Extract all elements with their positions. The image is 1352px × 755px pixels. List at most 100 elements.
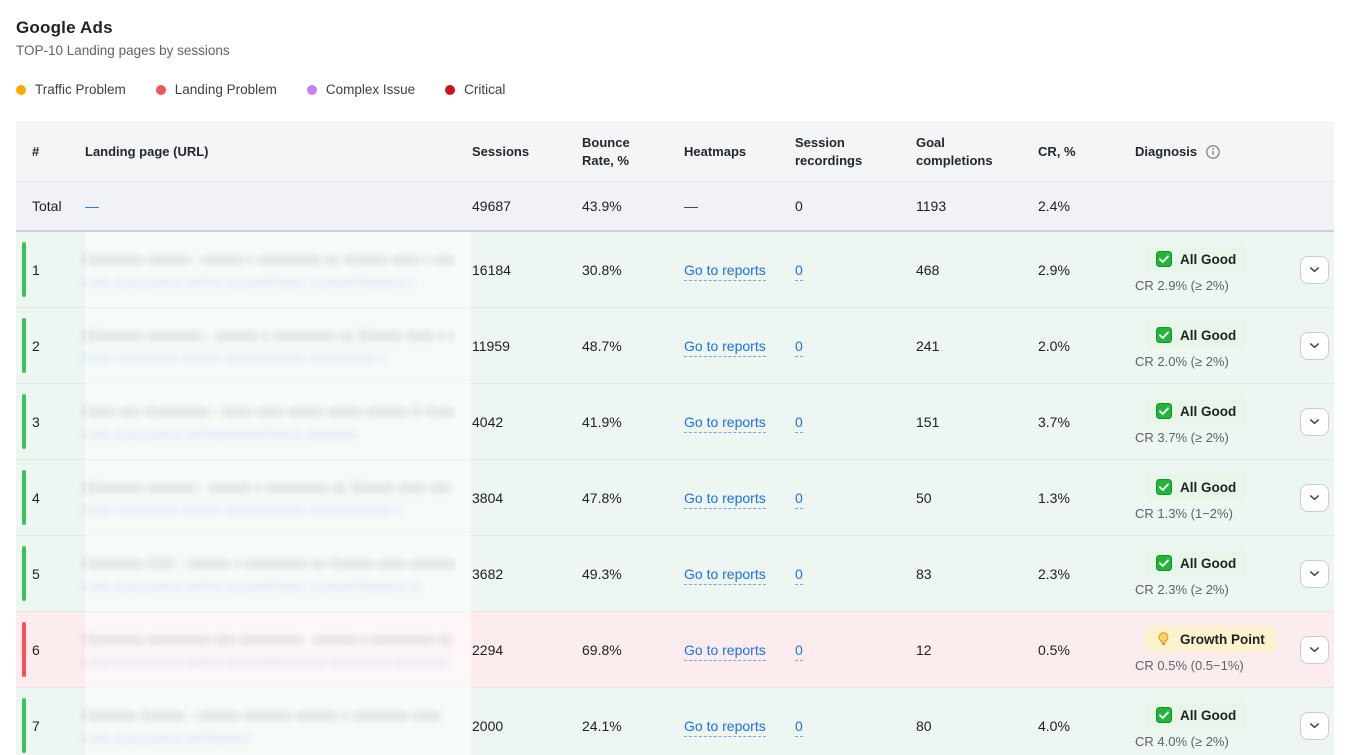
go-to-reports-link[interactable]: Go to reports bbox=[684, 337, 766, 357]
go-to-reports-link[interactable]: Go to reports bbox=[684, 717, 766, 737]
diagnosis-info-icon[interactable] bbox=[1205, 144, 1221, 160]
page: Google Ads TOP-10 Landing pages by sessi… bbox=[0, 0, 1352, 755]
table-row-2: 2 Xxxxxxxx xxxxxxxx - xxxxxx x xxxxxxxxx… bbox=[16, 308, 1334, 384]
checkbox-check-icon bbox=[1156, 403, 1172, 419]
table-row-6: 6 Xxxxxxxx xxxxxxxxx xxx xxxxxxxxx - xxx… bbox=[16, 612, 1334, 688]
recordings-count-link[interactable]: 0 bbox=[795, 337, 803, 357]
total-bounce-rate: 43.9% bbox=[582, 198, 622, 214]
checkbox-check-icon bbox=[1156, 479, 1172, 495]
legend: Traffic Problem Landing Problem Complex … bbox=[16, 82, 1336, 97]
diagnosis-badge-label: All Good bbox=[1180, 707, 1237, 723]
recordings-count-link[interactable]: 0 bbox=[795, 717, 803, 737]
go-to-reports-link[interactable]: Go to reports bbox=[684, 489, 766, 509]
recordings-count-link[interactable]: 0 bbox=[795, 489, 803, 509]
cr-value: 2.9% bbox=[1038, 261, 1070, 278]
goal-completions-value: 83 bbox=[916, 565, 932, 582]
cr-note: CR 4.0% (≥ 2%) bbox=[1135, 734, 1229, 749]
landing-url-link-blurred[interactable]: xxxx.xxxxxxxxxx.xxx/xxxxxxxxx/xxxxx-xxxx… bbox=[85, 426, 357, 441]
total-row: Total — 49687 43.9% — 0 1193 2.4% bbox=[16, 182, 1334, 232]
cr-note: CR 1.3% (1−2%) bbox=[1135, 506, 1233, 521]
row-number: 1 bbox=[32, 261, 40, 278]
cr-value: 1.3% bbox=[1038, 489, 1070, 506]
total-heatmaps-dash: — bbox=[684, 198, 698, 214]
goal-completions-value: 468 bbox=[916, 261, 940, 278]
bounce-rate-value: 49.3% bbox=[582, 565, 622, 582]
total-label: Total bbox=[32, 198, 62, 214]
severity-bar-ok bbox=[22, 242, 26, 297]
severity-bar-ok bbox=[22, 698, 26, 753]
landing-page-cell: Xxxxxxxx xxxxxx - xxxxxx x xxxxxxxxx xx … bbox=[69, 232, 456, 307]
column-header-goal-completions: Goal completions bbox=[916, 135, 993, 168]
chevron-down-icon bbox=[1310, 419, 1319, 425]
diagnosis-badge: All Good bbox=[1145, 322, 1248, 348]
landing-title-blurred[interactable]: Xxxxxxxx xxxxxxxx - xxxxxx x xxxxxxxxx x… bbox=[85, 327, 456, 343]
landing-url-link-blurred[interactable]: xxxx.xxxxxxxxxx.xxx/xxxxxxx bbox=[85, 730, 252, 745]
row-number: 4 bbox=[32, 489, 40, 506]
row-number: 2 bbox=[32, 337, 40, 354]
sessions-value: 2294 bbox=[472, 641, 504, 658]
bounce-rate-value: 69.8% bbox=[582, 641, 622, 658]
table-header-row: # Landing page (URL) Sessions Bounce Rat… bbox=[16, 123, 1334, 182]
go-to-reports-link[interactable]: Go to reports bbox=[684, 413, 766, 433]
go-to-reports-link[interactable]: Go to reports bbox=[684, 565, 766, 585]
cr-value: 2.3% bbox=[1038, 565, 1070, 582]
landing-url-link-blurred[interactable]: xxxx.xxxxxxxxxx.xxx/xx-xxxxxxx/xxxxx-xxx… bbox=[85, 350, 385, 365]
recordings-count-link[interactable]: 0 bbox=[795, 413, 803, 433]
row-number: 7 bbox=[32, 717, 40, 734]
bounce-rate-value: 47.8% bbox=[582, 489, 622, 506]
landing-title-blurred[interactable]: Xxxx xxx Xxxxxxxxx - Xxxx xxxx xxxxx xxx… bbox=[85, 403, 456, 419]
table-row-5: 5 Xxxxxxxx XXX - xxxxxx x xxxxxxxxx xx X… bbox=[16, 536, 1334, 612]
lightbulb-icon bbox=[1156, 631, 1172, 647]
bounce-rate-value: 41.9% bbox=[582, 413, 622, 430]
legend-dot-traffic-problem bbox=[16, 84, 26, 95]
checkbox-check-icon bbox=[1156, 707, 1172, 723]
cr-note: CR 2.9% (≥ 2%) bbox=[1135, 278, 1229, 293]
recordings-count-link[interactable]: 0 bbox=[795, 641, 803, 661]
severity-bar-ok bbox=[22, 546, 26, 601]
expand-row-button[interactable] bbox=[1300, 483, 1329, 512]
chevron-down-icon bbox=[1310, 723, 1319, 729]
diagnosis-badge-label: All Good bbox=[1180, 327, 1237, 343]
landing-pages-table: # Landing page (URL) Sessions Bounce Rat… bbox=[16, 122, 1334, 755]
expand-row-button[interactable] bbox=[1300, 559, 1329, 588]
legend-dot-critical bbox=[445, 84, 456, 95]
column-header-number: # bbox=[32, 144, 40, 160]
landing-url-link-blurred[interactable]: xxxx.xxxxxxxxxx.xxx/xx-xxxxxxx/xxxxx-xxx… bbox=[85, 274, 415, 289]
landing-title-blurred[interactable]: Xxxxxxxx xxxxxxxxx xxx xxxxxxxxx - xxxxx… bbox=[85, 631, 456, 647]
go-to-reports-link[interactable]: Go to reports bbox=[684, 261, 766, 281]
expand-row-button[interactable] bbox=[1300, 407, 1329, 436]
expand-row-button[interactable] bbox=[1300, 255, 1329, 284]
sessions-value: 3682 bbox=[472, 565, 504, 582]
recordings-count-link[interactable]: 0 bbox=[795, 261, 803, 281]
expand-row-button[interactable] bbox=[1300, 331, 1329, 360]
landing-url-link-blurred[interactable]: xxxx.xxxxxxxxxx.xxx/xx-xxxxxxx/xxxxx-xxx… bbox=[85, 578, 422, 593]
cr-note: CR 0.5% (0.5−1%) bbox=[1135, 658, 1244, 673]
sessions-value: 11959 bbox=[472, 337, 510, 354]
landing-page-cell: Xxxxxxxx XXX - xxxxxx x xxxxxxxxx xx Xxx… bbox=[69, 536, 456, 611]
landing-url-link-blurred[interactable]: xxxx.xxxxxxxxxx.xxx/xx-xxxxxxx/xxxxx-xxx… bbox=[85, 502, 402, 517]
total-recordings: 0 bbox=[795, 198, 803, 214]
expand-row-button[interactable] bbox=[1300, 635, 1329, 664]
landing-title-blurred[interactable]: Xxxxxxxx xxxxxxx - xxxxxx x xxxxxxxxx xx… bbox=[85, 479, 456, 495]
column-header-session-recordings: Session recordings bbox=[795, 135, 863, 168]
landing-title-blurred[interactable]: Xxxxxxxx XXX - xxxxxx x xxxxxxxxx xx Xxx… bbox=[85, 555, 456, 571]
expand-row-button[interactable] bbox=[1300, 711, 1329, 740]
landing-title-blurred[interactable]: Xxxxxxx Xxxxxx - xxxxxx xxxxxxx xxxxxx x… bbox=[85, 707, 456, 723]
cr-value: 2.0% bbox=[1038, 337, 1070, 354]
landing-title-blurred[interactable]: Xxxxxxxx xxxxxx - xxxxxx x xxxxxxxxx xx … bbox=[85, 251, 456, 267]
sessions-value: 2000 bbox=[472, 717, 504, 734]
cr-value: 0.5% bbox=[1038, 641, 1070, 658]
legend-item-traffic-problem: Traffic Problem bbox=[16, 82, 126, 97]
severity-bar-critical bbox=[22, 622, 26, 677]
landing-url-link-blurred[interactable]: xxxx.xxxxxxxxxx.xxx/xx-xxxxxxx/xxxxxxxx-… bbox=[85, 654, 450, 669]
goal-completions-value: 12 bbox=[916, 641, 932, 658]
diagnosis-badge: All Good bbox=[1145, 398, 1248, 424]
total-sessions: 49687 bbox=[472, 198, 511, 214]
cr-note: CR 3.7% (≥ 2%) bbox=[1135, 430, 1229, 445]
diagnosis-badge-label: All Good bbox=[1180, 479, 1237, 495]
diagnosis-badge-label: All Good bbox=[1180, 555, 1237, 571]
go-to-reports-link[interactable]: Go to reports bbox=[684, 641, 766, 661]
recordings-count-link[interactable]: 0 bbox=[795, 565, 803, 585]
cr-value: 4.0% bbox=[1038, 717, 1070, 734]
goal-completions-value: 241 bbox=[916, 337, 940, 354]
